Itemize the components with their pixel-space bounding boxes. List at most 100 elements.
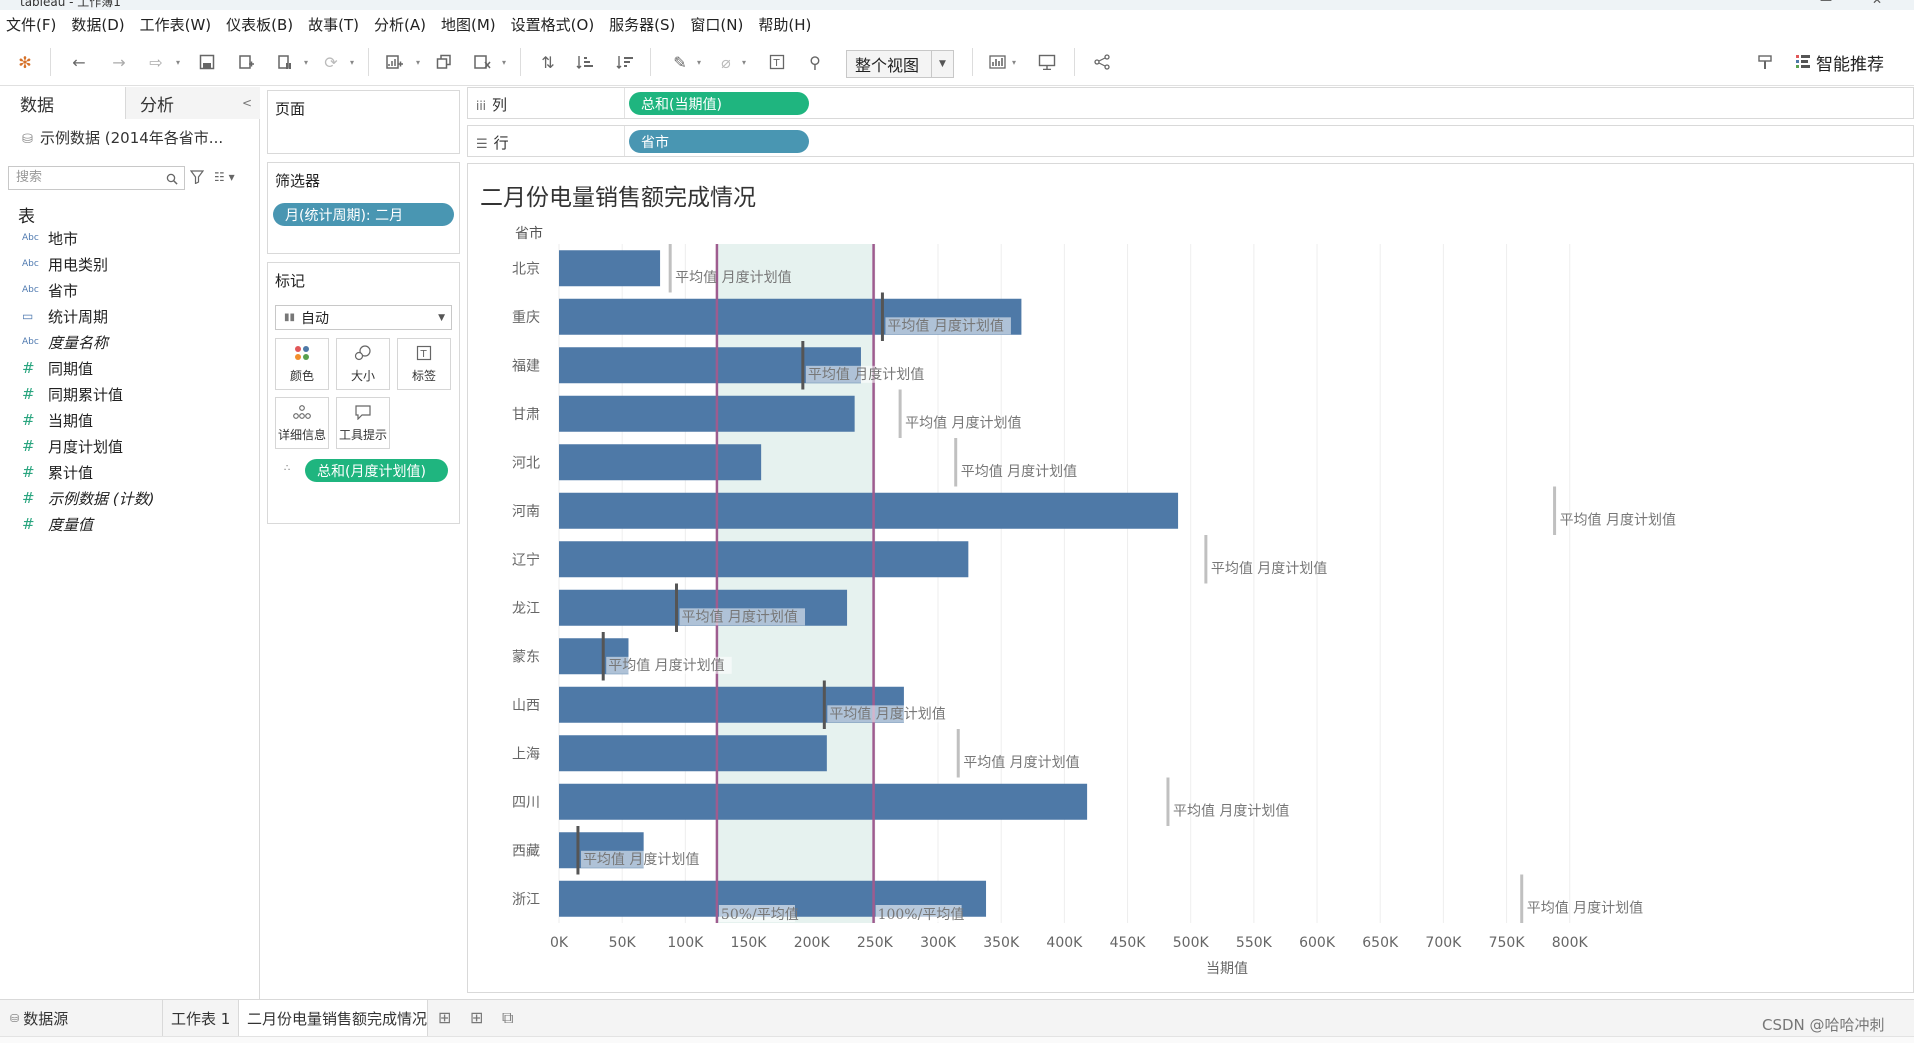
menu-item-4[interactable]: 故事(T)	[308, 14, 359, 35]
new-datasource-icon[interactable]	[233, 50, 259, 74]
category-label: 北京	[512, 261, 540, 277]
new-story-icon[interactable]: ⧉	[502, 1008, 513, 1028]
datasource-tab-label: 数据源	[23, 1009, 69, 1028]
sort-asc-icon[interactable]	[572, 50, 598, 74]
field-item[interactable]: # 累计值	[22, 461, 93, 483]
tab-analysis-label: 分析	[140, 95, 174, 116]
sheet-tab-bar: ⛁ 数据源 工作表 1 二月份电量销售额完成情况 ⊞ ⊞ ⧉ CSDN @哈哈冲刺	[0, 999, 1914, 1043]
label-icon[interactable]: T	[764, 50, 790, 74]
tables-heading: 表	[18, 207, 35, 227]
measure-icon: #	[22, 437, 35, 455]
menu-item-10[interactable]: 帮助(H)	[758, 14, 811, 35]
chevron-down-icon: ▼	[931, 51, 953, 77]
smart-recommend-button[interactable]: 智能推荐	[1796, 50, 1884, 75]
data-source-item[interactable]: ⛁ 示例数据 (2014年各省市...	[22, 127, 223, 148]
forward-icon[interactable]: ⇨	[143, 50, 169, 74]
field-item[interactable]: # 示例数据 (计数)	[22, 487, 154, 509]
marks-detail-button[interactable]: 详细信息	[275, 397, 329, 449]
datasource-tab[interactable]: ⛁ 数据源	[2, 1000, 162, 1036]
marks-detail-pill[interactable]: 总和(月度计划值)	[305, 459, 448, 482]
chart-size-icon[interactable]	[986, 50, 1012, 74]
tableau-logo-icon[interactable]: ✻	[12, 50, 38, 74]
detail-icon: ∴	[284, 463, 291, 474]
new-worksheet-icon[interactable]: ⊞	[438, 1008, 451, 1027]
menu-item-8[interactable]: 服务器(S)	[609, 14, 675, 35]
reference-label: 平均值 月度计划值	[808, 367, 924, 383]
filter-pill-month[interactable]: 月(统计周期): 二月	[273, 203, 454, 226]
group-icon[interactable]: ⌀	[713, 50, 739, 74]
sheet-tab-1[interactable]: 工作表 1	[162, 1000, 240, 1036]
rows-pill[interactable]: 省市	[629, 130, 809, 153]
undo-icon[interactable]: ←	[66, 50, 92, 74]
menu-item-1[interactable]: 数据(D)	[71, 14, 124, 35]
menu-item-2[interactable]: 工作表(W)	[140, 14, 212, 35]
menu-item-0[interactable]: 文件(F)	[6, 14, 56, 35]
view-mode-dropdown[interactable]: 整个视图 ▼	[846, 50, 954, 78]
mark-type-dropdown[interactable]: ▮▮ 自动 ▼	[275, 305, 452, 330]
sheet-tab-active[interactable]: 二月份电量销售额完成情况	[238, 1000, 428, 1036]
reference-label: 平均值 月度计划值	[608, 658, 724, 674]
presentation-icon[interactable]	[1034, 50, 1060, 74]
marks-label-button[interactable]: T 标签	[397, 338, 451, 390]
filters-card[interactable]: 筛选器 月(统计周期): 二月	[267, 162, 460, 254]
field-item[interactable]: # 度量值	[22, 513, 93, 535]
format-painter-icon[interactable]	[1752, 50, 1778, 74]
x-tick-label: 550K	[1236, 935, 1273, 951]
columns-shelf[interactable]: iii 列 总和(当期值)	[467, 87, 1914, 119]
marks-color-button[interactable]: 颜色	[275, 338, 329, 390]
new-sheet-icon[interactable]	[382, 50, 408, 74]
menu-item-7[interactable]: 设置格式(O)	[511, 14, 595, 35]
marks-tooltip-button[interactable]: 工具提示	[336, 397, 390, 449]
field-item[interactable]: Abc 用电类别	[22, 253, 108, 275]
bar-上海	[559, 735, 827, 772]
view-options-icon[interactable]: ☷ ▾	[214, 170, 235, 184]
filter-icon[interactable]	[189, 170, 205, 188]
view-mode-label: 整个视图	[855, 56, 920, 75]
highlight-icon[interactable]: ✎	[667, 50, 693, 74]
pause-icon[interactable]	[272, 50, 298, 74]
menu-item-5[interactable]: 分析(A)	[374, 14, 426, 35]
category-label: 蒙东	[512, 649, 540, 665]
category-label: 四川	[512, 795, 540, 811]
field-item[interactable]: # 月度计划值	[22, 435, 123, 457]
field-label: 统计周期	[48, 307, 109, 326]
field-item[interactable]: # 同期值	[22, 357, 93, 379]
band-upper-label: 100%/平均值	[878, 907, 965, 923]
tab-analysis[interactable]: 分析 <	[126, 87, 260, 119]
sort-desc-icon[interactable]	[612, 50, 638, 74]
field-item[interactable]: Abc 省市	[22, 279, 78, 301]
category-label: 河北	[512, 455, 540, 471]
pin-icon[interactable]: ⚲	[802, 50, 828, 74]
x-tick-label: 450K	[1110, 935, 1147, 951]
field-item[interactable]: # 同期累计值	[22, 383, 123, 405]
field-item[interactable]: # 当期值	[22, 409, 93, 431]
redo-icon[interactable]: →	[106, 50, 132, 74]
field-label: 度量值	[48, 515, 94, 534]
field-label: 度量名称	[48, 333, 109, 352]
search-placeholder: 搜索	[16, 170, 43, 185]
pages-card[interactable]: 页面	[267, 90, 460, 154]
menu-item-6[interactable]: 地图(M)	[441, 14, 496, 35]
menu-item-3[interactable]: 仪表板(B)	[226, 14, 293, 35]
field-search-input[interactable]: 搜索	[8, 166, 185, 190]
tab-data[interactable]: 数据	[0, 87, 126, 119]
rows-shelf[interactable]: ☰ 行 省市	[467, 125, 1914, 157]
reference-band	[716, 244, 874, 923]
minimize-icon[interactable]: —	[1820, 0, 1832, 7]
share-icon[interactable]	[1089, 50, 1115, 74]
field-item[interactable]: Abc 地市	[22, 227, 78, 249]
marks-size-button[interactable]: 大小	[336, 338, 390, 390]
clear-icon[interactable]	[470, 50, 496, 74]
field-item[interactable]: ▭ 统计周期	[22, 305, 108, 327]
refresh-icon[interactable]: ⟳	[318, 50, 344, 74]
menu-item-9[interactable]: 窗口(N)	[690, 14, 743, 35]
field-item[interactable]: Abc 度量名称	[22, 331, 108, 353]
close-icon[interactable]: ✕	[1872, 0, 1882, 7]
columns-pill[interactable]: 总和(当期值)	[629, 92, 809, 115]
collapse-pane-icon[interactable]: <	[242, 96, 252, 110]
new-dashboard-icon[interactable]: ⊞	[470, 1008, 483, 1027]
duplicate-icon[interactable]	[431, 50, 457, 74]
swap-icon[interactable]: ⇅	[535, 50, 561, 74]
save-icon[interactable]	[194, 50, 220, 74]
columns-shelf-label: iii 列	[476, 94, 507, 115]
